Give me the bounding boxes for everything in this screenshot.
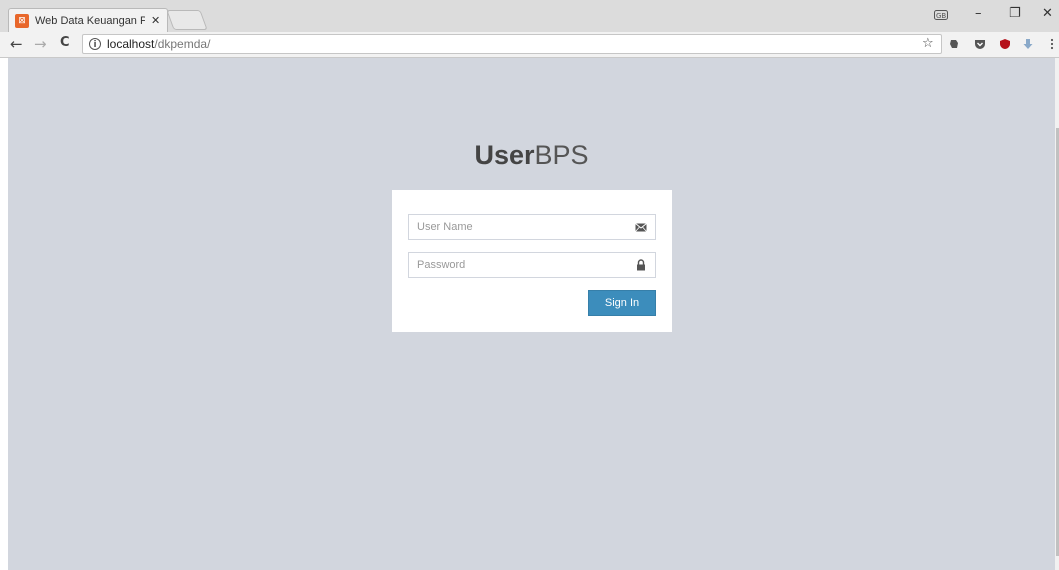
svg-text:GB: GB — [936, 12, 946, 20]
sign-in-button[interactable]: Sign In — [588, 290, 656, 316]
logo-bold: User — [474, 140, 535, 170]
ublock-icon[interactable] — [999, 38, 1011, 50]
url-path: /dkpemda/ — [154, 37, 211, 51]
browser-chrome: ⊠ Web Data Keuangan Pem ✕ GB – ❐ ✕ ← → C… — [0, 0, 1059, 58]
pocket-icon[interactable] — [974, 38, 986, 50]
profile-icon[interactable]: GB — [934, 10, 948, 20]
tab-close-icon[interactable]: ✕ — [151, 14, 160, 27]
url-host: localhost — [107, 37, 155, 51]
logo-light: BPS — [534, 140, 589, 170]
browser-tab[interactable]: ⊠ Web Data Keuangan Pem ✕ — [8, 8, 168, 32]
page-content: UserBPS Sign In — [8, 58, 1055, 570]
username-field[interactable] — [408, 214, 656, 240]
forward-icon[interactable]: → — [34, 35, 47, 53]
reload-icon[interactable]: C — [60, 35, 70, 50]
evernote-icon[interactable] — [948, 38, 960, 50]
scrollbar[interactable] — [1055, 58, 1059, 570]
new-tab-button[interactable] — [166, 10, 208, 30]
restore-icon[interactable]: ❐ — [1009, 6, 1021, 21]
tab-strip: ⊠ Web Data Keuangan Pem ✕ GB – ❐ ✕ — [0, 0, 1059, 32]
back-icon[interactable]: ← — [10, 35, 23, 53]
close-window-icon[interactable]: ✕ — [1042, 6, 1053, 21]
info-icon[interactable]: i — [89, 38, 101, 50]
minimize-icon[interactable]: – — [975, 6, 982, 21]
tab-title: Web Data Keuangan Pem — [35, 14, 145, 27]
login-logo: UserBPS — [8, 140, 1055, 171]
browser-toolbar: ← → C i localhost/dkpemda/ ☆ — [0, 32, 1059, 58]
login-box: Sign In — [392, 190, 672, 332]
favicon-icon: ⊠ — [15, 13, 29, 28]
bookmark-star-icon[interactable]: ☆ — [922, 36, 934, 51]
address-bar[interactable]: i localhost/dkpemda/ — [82, 34, 942, 54]
password-input[interactable] — [409, 253, 635, 277]
username-input[interactable] — [409, 215, 635, 239]
download-icon[interactable] — [1022, 38, 1034, 50]
lock-icon — [637, 259, 645, 271]
envelope-icon — [635, 223, 647, 232]
menu-icon[interactable] — [1046, 38, 1058, 50]
password-field[interactable] — [408, 252, 656, 278]
